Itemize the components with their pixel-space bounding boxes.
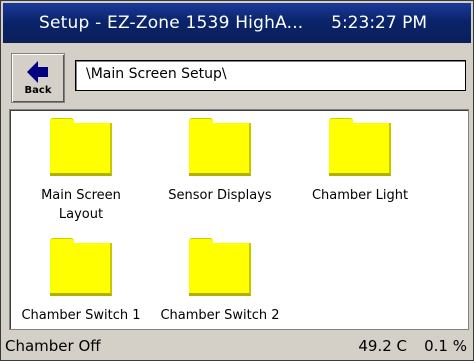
folder-label: Sensor Displays	[168, 188, 272, 203]
navigation-bar: Back \Main Screen Setup\	[3, 45, 471, 105]
folder-label: Chamber Switch 1	[21, 308, 141, 323]
folder-icon	[329, 118, 391, 176]
folder-icon	[50, 238, 112, 296]
folder-chamber-light[interactable]: Chamber Light	[294, 118, 426, 205]
folder-chamber-switch-2[interactable]: Chamber Switch 2	[154, 238, 286, 325]
humidity-readout: 0.1 %	[424, 337, 467, 355]
folder-icon	[189, 118, 251, 176]
path-text: \Main Screen Setup\	[86, 66, 227, 82]
folder-sensor-displays[interactable]: Sensor Displays	[154, 118, 286, 205]
folder-chamber-switch-1[interactable]: Chamber Switch 1	[15, 238, 147, 325]
temperature-readout: 49.2 C	[358, 337, 407, 355]
folder-main-screen-layout[interactable]: Main Screen Layout	[15, 118, 147, 224]
title-bar: Setup - EZ-Zone 1539 HighA... 5:23:27 PM	[3, 3, 471, 43]
status-bar: Chamber Off 49.2 C 0.1 %	[3, 332, 471, 360]
folder-icon	[189, 238, 251, 296]
back-button[interactable]: Back	[11, 53, 65, 103]
folder-label: Chamber Switch 2	[160, 308, 280, 323]
folder-label: Chamber Light	[311, 188, 409, 203]
window-title: Setup - EZ-Zone 1539 HighA...	[39, 13, 304, 33]
chamber-status: Chamber Off	[5, 337, 101, 355]
back-arrow-icon	[27, 61, 48, 83]
back-button-label: Back	[24, 85, 52, 96]
clock: 5:23:27 PM	[331, 13, 427, 33]
folder-icon	[50, 118, 112, 176]
folder-view: Main Screen Layout Sensor Displays Chamb…	[9, 109, 469, 330]
folder-label: Main Screen Layout	[41, 188, 121, 222]
path-field[interactable]: \Main Screen Setup\	[75, 60, 466, 91]
app-window: Setup - EZ-Zone 1539 HighA... 5:23:27 PM…	[0, 0, 474, 361]
